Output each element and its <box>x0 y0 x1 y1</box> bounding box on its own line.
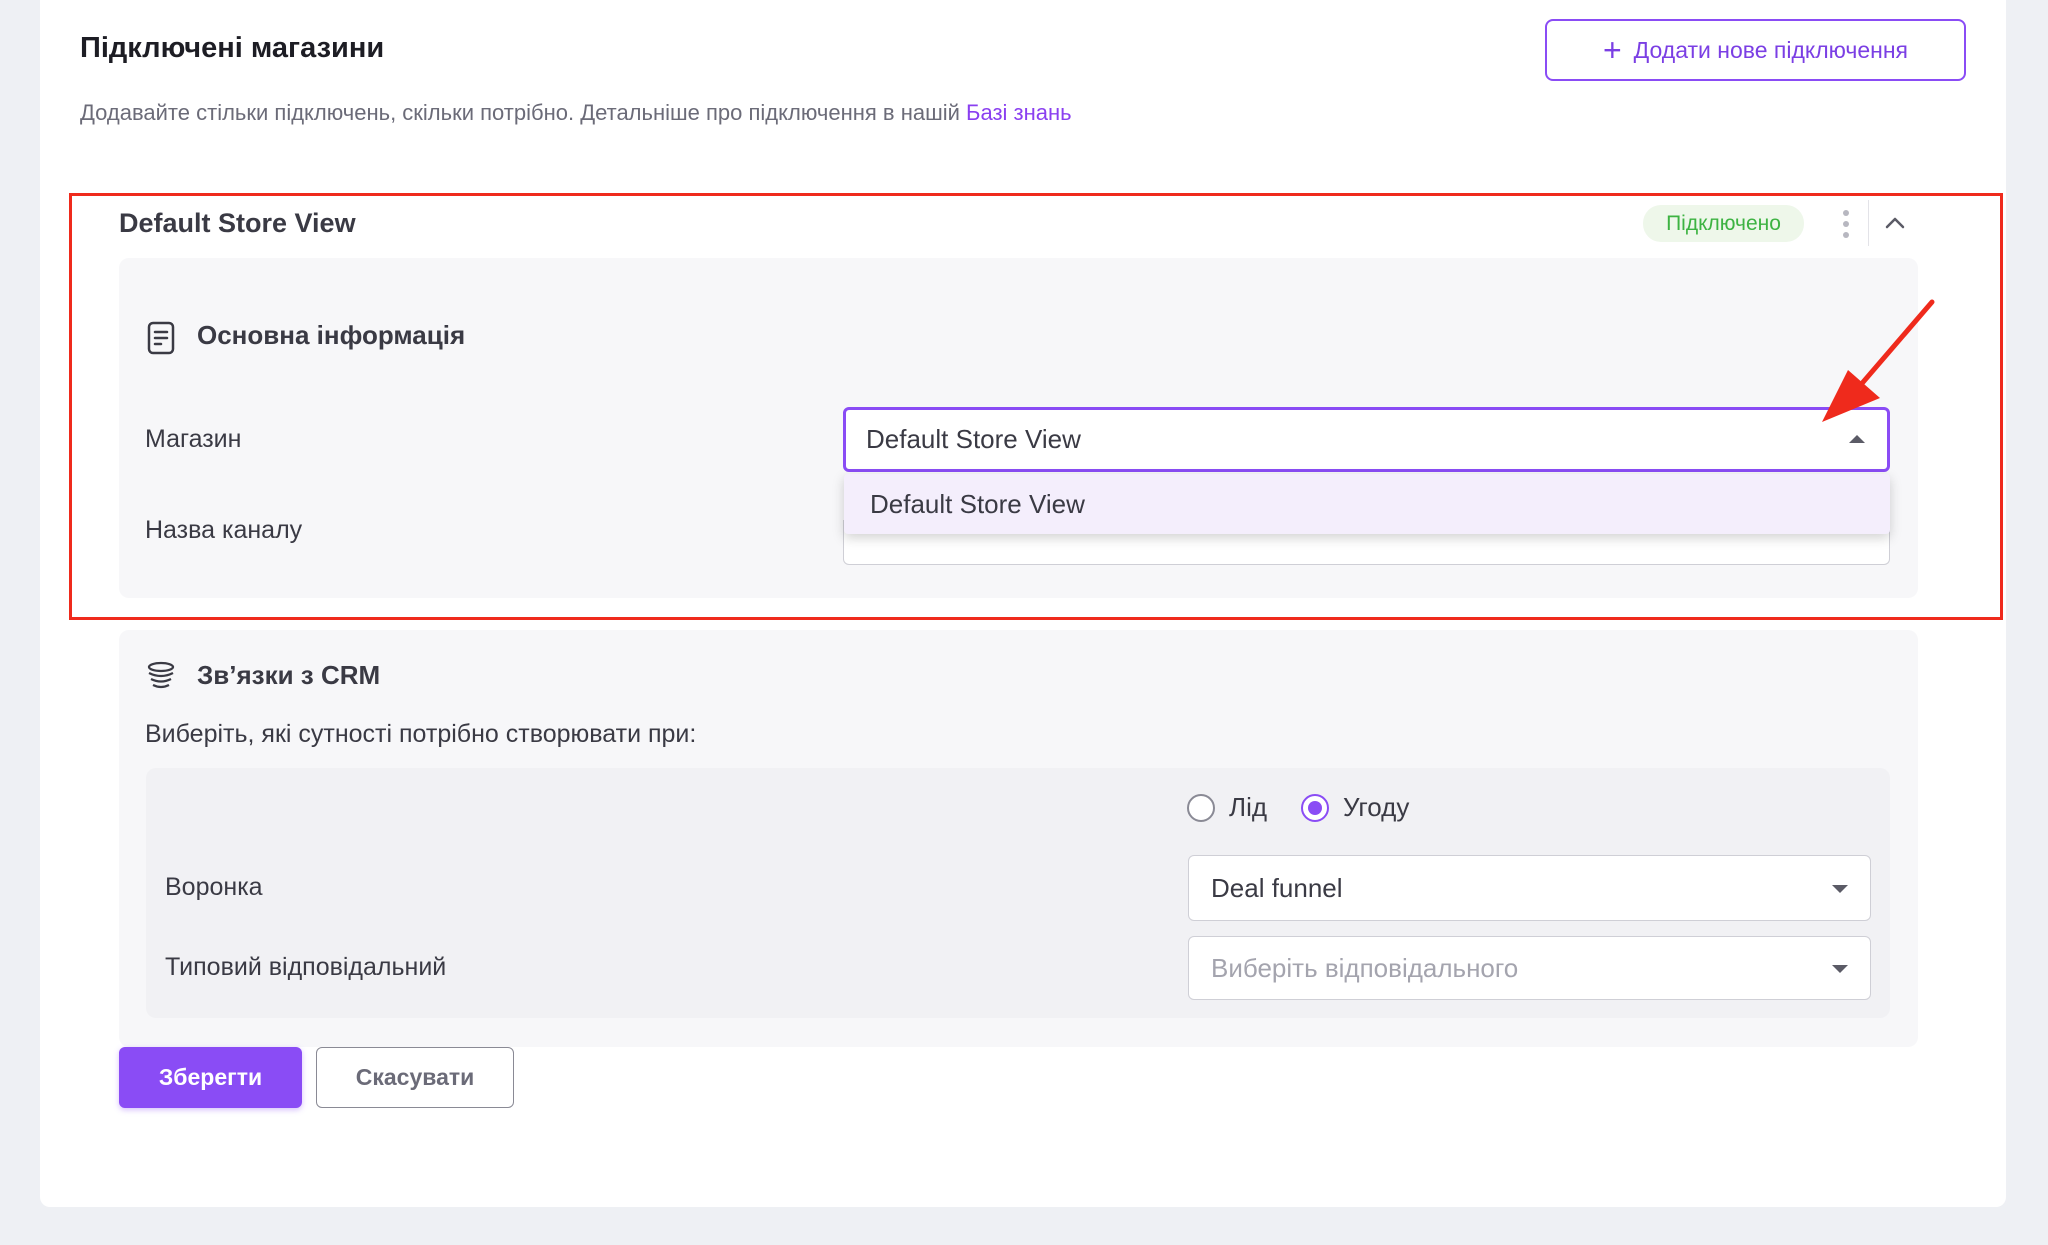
database-icon <box>147 661 175 689</box>
subtitle-text: Додавайте стільки підключень, скільки по… <box>80 100 960 125</box>
responsible-placeholder: Виберіть відповідального <box>1211 952 1519 983</box>
radio-lead-label: Лід <box>1229 792 1268 822</box>
crm-title: Зв’язки з CRM <box>197 660 381 690</box>
store-dropdown-option[interactable]: Default Store View <box>844 474 1890 534</box>
knowledge-base-link[interactable]: Базі знань <box>966 100 1072 125</box>
entity-radio-group: Лід Угоду <box>1187 792 1443 823</box>
header-divider <box>1868 200 1869 246</box>
more-options-icon[interactable] <box>1834 205 1858 243</box>
channel-name-label: Назва каналу <box>145 516 303 544</box>
chevron-down-icon <box>1832 885 1848 893</box>
radio-lead-circle[interactable] <box>1187 793 1215 822</box>
radio-deal-label: Угоду <box>1343 792 1410 822</box>
funnel-select-value: Deal funnel <box>1211 872 1343 903</box>
page-title: Підключені магазини <box>80 32 385 64</box>
annotation-arrow-icon <box>1822 299 1935 422</box>
radio-lead[interactable]: Лід <box>1187 792 1267 823</box>
funnel-label: Воронка <box>165 873 263 901</box>
store-select-value: Default Store View <box>866 424 1081 454</box>
crm-prompt: Виберіть, які сутності потрібно створюва… <box>145 720 697 748</box>
add-connection-button[interactable]: + Додати нове підключення <box>1545 19 1966 81</box>
store-label: Магазин <box>145 425 242 453</box>
add-connection-label: Додати нове підключення <box>1633 36 1909 63</box>
responsible-select[interactable]: Виберіть відповідального <box>1188 936 1871 1000</box>
responsible-label: Типовий відповідальний <box>165 953 447 981</box>
store-select[interactable]: Default Store View <box>843 407 1890 472</box>
basic-info-title: Основна інформація <box>197 320 466 350</box>
status-badge: Підключено <box>1643 205 1804 242</box>
radio-deal[interactable]: Угоду <box>1301 792 1409 823</box>
plus-icon: + <box>1602 32 1622 68</box>
chevron-down-icon <box>1832 965 1848 973</box>
save-button[interactable]: Зберегти <box>119 1047 302 1108</box>
page-subtitle: Додавайте стільки підключень, скільки по… <box>80 100 1072 126</box>
store-title: Default Store View <box>119 208 356 238</box>
radio-deal-circle[interactable] <box>1301 793 1330 822</box>
cancel-button[interactable]: Скасувати <box>316 1047 514 1108</box>
document-icon <box>147 321 175 355</box>
funnel-select[interactable]: Deal funnel <box>1188 855 1871 921</box>
chevron-up-icon[interactable] <box>1880 208 1910 238</box>
